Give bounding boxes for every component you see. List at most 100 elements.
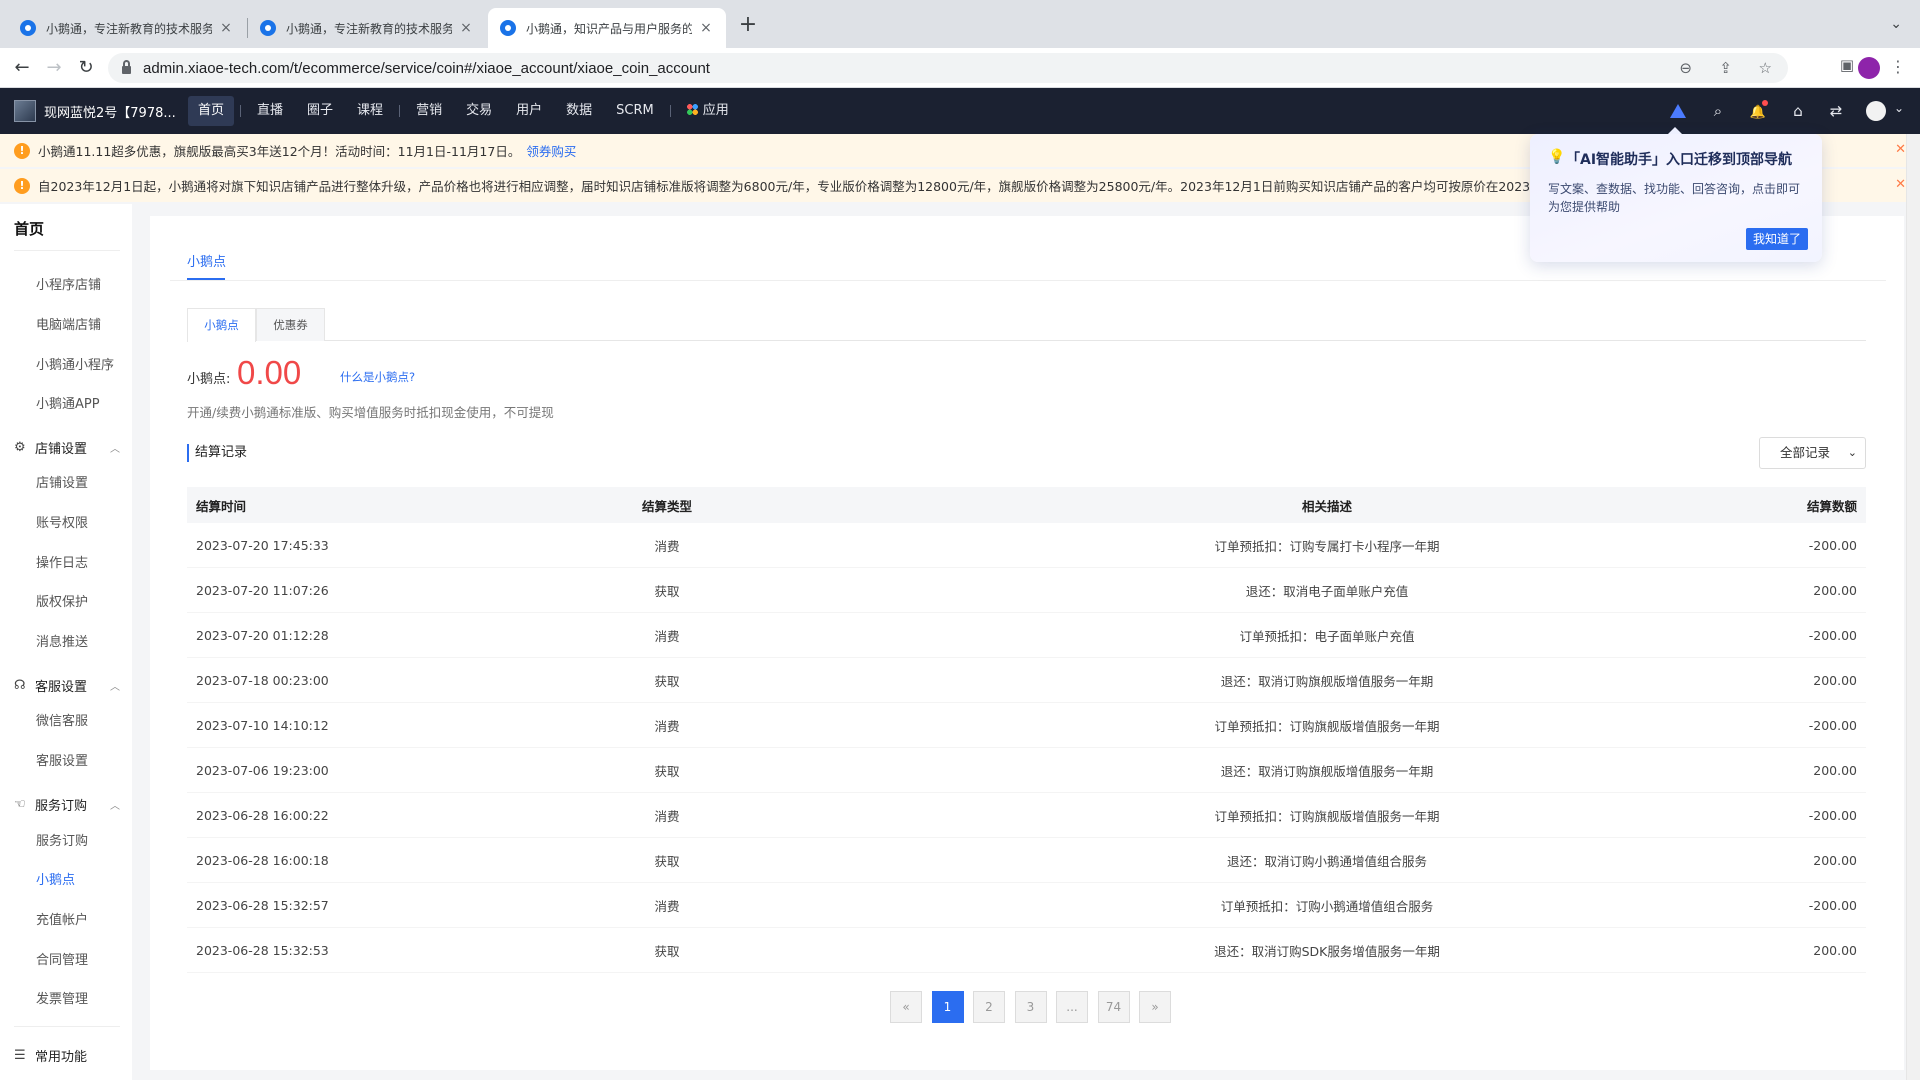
tab-title: 小鹅通，专注新教育的技术服务商 <box>286 21 452 36</box>
sidebar-item-xiaoe-miniprogram[interactable]: 小鹅通小程序 <box>36 354 114 373</box>
warning-icon: ! <box>14 177 30 194</box>
star-icon[interactable]: ☆ <box>1759 59 1772 77</box>
side-panel-icon[interactable]: ▣ <box>1840 56 1854 74</box>
sidebar-item-shop-settings[interactable]: 店铺设置 <box>36 472 88 491</box>
sidebar-item-miniprogram-shop[interactable]: 小程序店铺 <box>36 274 101 293</box>
sidebar-item-xiaoe-app[interactable]: 小鹅通APP <box>36 393 100 412</box>
page-button[interactable]: 3 <box>1014 991 1047 1023</box>
forward-icon[interactable]: → <box>42 56 66 80</box>
browser-tab-active[interactable]: 小鹅通，知识产品与用户服务的 × <box>488 8 726 48</box>
share-icon[interactable]: ⇪ <box>1719 59 1732 77</box>
coupon-link[interactable]: 领券购买 <box>526 141 576 160</box>
next-page-button[interactable]: » <box>1139 991 1171 1023</box>
user-avatar[interactable] <box>1866 101 1886 121</box>
page-button[interactable]: 1 <box>931 991 964 1023</box>
subtab-coupons[interactable]: 优惠券 <box>256 308 325 341</box>
nav-courses[interactable]: 课程 <box>347 96 393 126</box>
page-scrollbar[interactable] <box>1906 134 1920 1080</box>
sidebar-item-service-order[interactable]: 服务订购 <box>36 830 88 849</box>
browser-tab[interactable]: 小鹅通，专注新教育的技术服务商 × <box>8 8 246 48</box>
sidebar-group-customer-service[interactable]: ☊ 客服设置 ︿ <box>14 676 120 695</box>
reload-icon[interactable]: ↻ <box>74 56 98 80</box>
address-bar[interactable]: admin.xiaoe-tech.com/t/ecommerce/service… <box>108 53 1788 83</box>
sidebar-home[interactable]: 首页 <box>14 218 44 239</box>
nav-trade[interactable]: 交易 <box>456 96 502 126</box>
divider <box>14 250 120 251</box>
tab-title: 小鹅通，知识产品与用户服务的 <box>526 21 692 36</box>
headset-icon: ☊ <box>14 678 26 693</box>
sidebar-group-shop-settings[interactable]: ⚙ 店铺设置 ︿ <box>14 438 120 457</box>
cell-description: 订单预抵扣：订购旗舰版增值服务一年期 <box>1214 808 1440 824</box>
cell-amount: -200.00 <box>1808 537 1857 553</box>
nav-marketing[interactable]: 营销 <box>406 96 452 126</box>
got-it-button[interactable]: 我知道了 <box>1745 228 1808 250</box>
nav-separator <box>399 105 401 117</box>
nav-home[interactable]: 首页 <box>188 96 235 126</box>
sidebar-item-operation-log[interactable]: 操作日志 <box>36 552 88 571</box>
balance-value: 0.00 <box>237 354 302 391</box>
zoom-icon[interactable]: ⊖ <box>1679 59 1692 77</box>
tab-close-icon[interactable]: × <box>218 20 234 36</box>
cell-amount: -200.00 <box>1808 897 1857 913</box>
profile-avatar[interactable] <box>1858 57 1880 79</box>
prev-page-button[interactable]: « <box>890 991 922 1023</box>
sidebar-common-functions[interactable]: ☰ 常用功能 <box>14 1046 120 1065</box>
bell-icon[interactable]: 🔔 <box>1748 100 1768 122</box>
nav-data[interactable]: 数据 <box>556 96 602 126</box>
cell-description: 退还：取消订购旗舰版增值服务一年期 <box>1220 673 1434 689</box>
browser-tab[interactable]: 小鹅通，专注新教育的技术服务商 × <box>248 8 486 48</box>
filter-value: 全部记录 <box>1780 445 1831 460</box>
tab-close-icon[interactable]: × <box>698 20 714 36</box>
ai-assistant-icon[interactable] <box>1668 102 1688 122</box>
cell-time: 2023-07-18 00:23:00 <box>196 672 329 688</box>
chevron-down-icon: ⌄ <box>1847 446 1857 459</box>
cell-type: 获取 <box>654 943 680 959</box>
new-tab-button[interactable]: + <box>736 14 760 38</box>
cell-time: 2023-06-28 16:00:18 <box>196 852 329 868</box>
nav-users[interactable]: 用户 <box>506 96 552 126</box>
tab-close-icon[interactable]: × <box>458 20 474 36</box>
what-is-coin-link[interactable]: 什么是小鹅点? <box>340 369 415 385</box>
records-filter-select[interactable]: 全部记录 ⌄ <box>1759 437 1866 469</box>
back-icon[interactable]: ← <box>10 56 34 80</box>
close-icon[interactable]: ✕ <box>1895 142 1906 157</box>
tab-xiaoe-coin[interactable]: 小鹅点 <box>187 251 226 270</box>
cell-time: 2023-06-28 15:32:57 <box>196 897 329 913</box>
sidebar-item-wechat-service[interactable]: 微信客服 <box>36 710 88 729</box>
sidebar-item-service-settings[interactable]: 客服设置 <box>36 750 88 769</box>
pagination: « 1 2 3... 74 » <box>890 991 1181 1023</box>
header-amount: 结算数额 <box>1806 498 1857 514</box>
chevron-down-icon[interactable]: ⌄ <box>1894 101 1904 115</box>
tab-search-icon[interactable]: ⌄ <box>1890 16 1902 32</box>
sidebar-item-recharge-account[interactable]: 充值帐户 <box>36 909 88 928</box>
header-type: 结算类型 <box>641 498 692 514</box>
browser-menu-icon[interactable]: ⋮ <box>1890 57 1906 76</box>
chevron-up-icon: ︿ <box>110 682 120 693</box>
sidebar-item-contracts[interactable]: 合同管理 <box>36 949 88 968</box>
sidebar-group-service-order[interactable]: ☜ 服务订购 ︿ <box>14 795 120 814</box>
nav-live[interactable]: 直播 <box>247 96 293 126</box>
sidebar-item-pc-shop[interactable]: 电脑端店铺 <box>36 314 101 333</box>
sidebar-item-account-permissions[interactable]: 账号权限 <box>36 512 88 531</box>
cell-time: 2023-06-28 15:32:53 <box>196 942 329 958</box>
browser-tab-strip: 小鹅通，专注新教育的技术服务商 × 小鹅通，专注新教育的技术服务商 × 小鹅通，… <box>0 0 1920 48</box>
lightbulb-icon: 💡 <box>1548 149 1566 165</box>
sidebar-item-message-push[interactable]: 消息推送 <box>36 631 88 650</box>
close-icon[interactable]: ✕ <box>1895 177 1906 192</box>
nav-apps[interactable]: 应用 <box>677 96 739 126</box>
nav-scrm[interactable]: SCRM <box>606 96 664 126</box>
divider <box>14 1026 120 1027</box>
sidebar-item-copyright[interactable]: 版权保护 <box>36 591 88 610</box>
shop-switcher[interactable]: 现网蓝悦2号【7978... <box>14 100 176 122</box>
page-button[interactable]: 74 <box>1097 991 1130 1023</box>
search-icon[interactable]: ⌕ <box>1708 102 1728 122</box>
store-icon[interactable]: ⌂ <box>1788 102 1808 122</box>
nav-circle[interactable]: 圈子 <box>297 96 343 126</box>
sidebar-item-xiaoe-coin[interactable]: 小鹅点 <box>36 869 75 888</box>
subtab-xiaoe-coin[interactable]: 小鹅点 <box>187 308 256 342</box>
page-button[interactable]: 2 <box>973 991 1005 1023</box>
chevron-up-icon: ︿ <box>110 801 120 812</box>
chevron-up-icon: ︿ <box>110 444 120 455</box>
switch-icon[interactable]: ⇄ <box>1826 102 1846 122</box>
sidebar-item-invoices[interactable]: 发票管理 <box>36 988 88 1007</box>
